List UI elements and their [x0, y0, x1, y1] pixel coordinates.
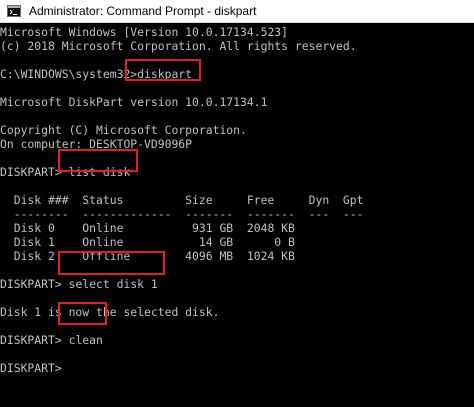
highlight-clean-command: [58, 302, 107, 325]
disk-table-row: Disk 1 Online 14 GB 0 B: [0, 235, 295, 249]
disk-table-row: Disk 0 Online 931 GB 2048 KB: [0, 221, 295, 235]
highlight-list-disk-command: [58, 149, 138, 172]
window-title: Administrator: Command Prompt - diskpart: [29, 4, 257, 18]
disk-table-rule: -------- ------------- ------- ------- -…: [0, 207, 364, 221]
highlight-diskpart-command: [125, 59, 201, 81]
command-clean: clean: [68, 333, 103, 347]
diskpart-copyright-line: Copyright (C) Microsoft Corporation.: [0, 123, 247, 137]
disk-table-header: Disk ### Status Size Free Dyn Gpt: [0, 193, 364, 207]
cmd-icon: [7, 5, 21, 17]
selected-disk-message: Disk 1 is now the selected disk.: [0, 305, 220, 319]
command-select-disk: select disk 1: [68, 277, 158, 291]
diskpart-prompt: DISKPART>: [0, 277, 62, 291]
highlight-select-disk-command: [58, 251, 165, 275]
select-disk-line: DISKPART> select disk 1: [0, 277, 158, 291]
diskpart-prompt: DISKPART>: [0, 333, 62, 347]
copyright-line: (c) 2018 Microsoft Corporation. All righ…: [0, 39, 357, 53]
version-line: Microsoft Windows [Version 10.0.17134.52…: [0, 25, 289, 39]
title-bar[interactable]: Administrator: Command Prompt - diskpart: [0, 0, 474, 23]
prompt-path: C:\WINDOWS\system32>: [0, 67, 138, 81]
diskpart-prompt: DISKPART>: [0, 165, 62, 179]
final-prompt-line: DISKPART>: [0, 361, 62, 375]
clean-line: DISKPART> clean: [0, 333, 103, 347]
diskpart-version-line: Microsoft DiskPart version 10.0.17134.1: [0, 95, 268, 109]
console-output[interactable]: Microsoft Windows [Version 10.0.17134.52…: [0, 23, 474, 407]
